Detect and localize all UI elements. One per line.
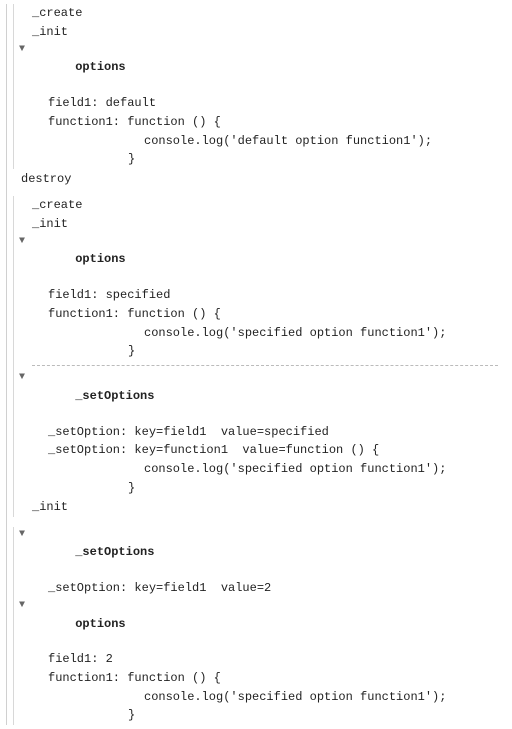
log-line: _init (14, 498, 506, 517)
log-line: function1: function () { (14, 305, 506, 324)
disclosure-triangle-icon[interactable]: ▼ (16, 44, 28, 56)
disclosure-triangle-icon[interactable]: ▼ (16, 529, 28, 541)
log-line: field1: default (14, 94, 506, 113)
log-line: } (14, 342, 506, 361)
log-line: function1: function () { (14, 669, 506, 688)
log-line: _create (14, 196, 506, 215)
log-line: _init (14, 215, 506, 234)
options-label: options (75, 60, 125, 74)
options-header[interactable]: ▼ options (14, 598, 506, 650)
destroy-line: destroy (7, 169, 506, 196)
log-line: field1: specified (14, 286, 506, 305)
log-group-1: _create _init ▼ options field1: default f… (13, 4, 506, 169)
log-group-3: ▼ _setOptions _setOption: key=field1 valu… (13, 527, 506, 726)
log-line: console.log('specified option function1'… (14, 324, 506, 343)
log-line: console.log('specified option function1'… (14, 688, 506, 707)
options-header[interactable]: ▼ options (14, 234, 506, 286)
log-line: } (14, 706, 506, 725)
log-line: _setOption: key=field1 value=specified (14, 423, 506, 442)
disclosure-triangle-icon[interactable]: ▼ (16, 236, 28, 248)
setoptions-label: _setOptions (75, 389, 154, 403)
log-line: _setOption: key=field1 value=2 (14, 579, 506, 598)
log-line: _create (14, 4, 506, 23)
log-line: function1: function () { (14, 113, 506, 132)
setoptions-header[interactable]: ▼ _setOptions (14, 527, 506, 579)
log-line: field1: 2 (14, 650, 506, 669)
options-header[interactable]: ▼ options (14, 42, 506, 94)
options-label: options (75, 617, 125, 631)
log-line: _setOption: key=function1 value=function… (14, 441, 506, 460)
log-line: } (14, 150, 506, 169)
log-line: console.log('specified option function1'… (14, 460, 506, 479)
setoptions-header[interactable]: ▼ _setOptions (14, 370, 506, 422)
log-line: } (14, 479, 506, 498)
log-group-2: _create _init ▼ options field1: specified… (13, 196, 506, 517)
log-line: console.log('default option function1'); (14, 132, 506, 151)
disclosure-triangle-icon[interactable]: ▼ (16, 372, 28, 384)
spacer (7, 517, 506, 527)
console-output: _create _init ▼ options field1: default f… (6, 4, 506, 725)
log-line: _init (14, 23, 506, 42)
separator (32, 365, 498, 366)
disclosure-triangle-icon[interactable]: ▼ (16, 600, 28, 612)
options-label: options (75, 252, 125, 266)
setoptions-label: _setOptions (75, 545, 154, 559)
